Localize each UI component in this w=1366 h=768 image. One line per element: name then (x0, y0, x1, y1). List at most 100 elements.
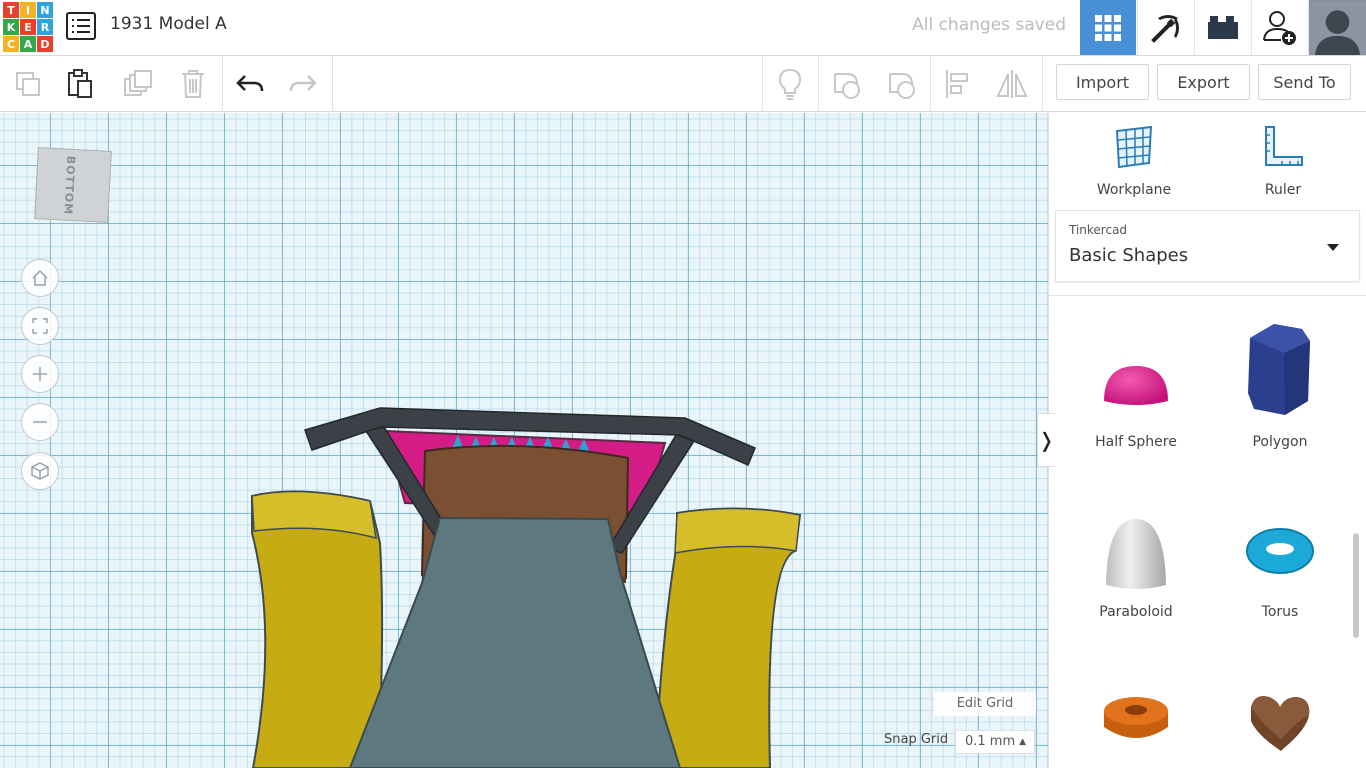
logo-letter: R (37, 19, 53, 35)
edit-grid-button[interactable]: Edit Grid (934, 692, 1036, 716)
toolbar-divider (222, 56, 223, 112)
shape-paraboloid[interactable]: Paraboloid (1071, 513, 1201, 620)
shape-label: Polygon (1252, 434, 1308, 450)
logo-letter: E (20, 19, 36, 35)
library-source: Tinkercad (1069, 223, 1128, 237)
undo-button[interactable] (228, 64, 272, 104)
zoom-in-icon (33, 367, 47, 381)
paste-icon (68, 69, 92, 98)
list-line (77, 31, 90, 33)
brick-icon (1207, 15, 1238, 39)
zoom-out-button[interactable] (21, 403, 59, 441)
shape-library-select[interactable]: Tinkercad Basic Shapes (1055, 210, 1360, 282)
logo-letter: A (20, 36, 36, 52)
shapes-panel: Workplane Ruler Tinkercad Basic Shapes H… (1048, 113, 1366, 768)
mirror-button[interactable] (990, 64, 1034, 104)
workplane-tool-label: Workplane (1096, 182, 1172, 198)
snap-grid-select[interactable]: 0.1 mm ▲ (955, 730, 1035, 754)
invite-people-button[interactable] (1251, 0, 1307, 55)
logo-letter: C (3, 36, 19, 52)
grid-icon (1095, 14, 1121, 41)
shape-heart[interactable] (1215, 691, 1345, 758)
logo-letter: I (20, 2, 36, 18)
3d-design-view-button[interactable] (1080, 0, 1136, 55)
blocks-view-button[interactable] (1137, 0, 1193, 55)
shape-half-sphere[interactable]: Half Sphere (1071, 323, 1201, 450)
logo-letter: N (37, 2, 53, 18)
polygon-icon (1248, 324, 1310, 415)
shape-tube[interactable] (1071, 693, 1201, 758)
toolbar-divider (930, 56, 931, 112)
align-icon (946, 70, 968, 98)
toolbar-divider (332, 56, 333, 112)
model-right-fender-top (674, 507, 801, 554)
3d-model[interactable] (0, 113, 1048, 768)
workplane-tool[interactable]: Workplane (1074, 125, 1194, 198)
perspective-icon (31, 462, 49, 480)
caret-up-icon: ▲ (1019, 737, 1026, 747)
avatar-icon (1309, 0, 1366, 55)
tube-icon (1104, 697, 1168, 738)
heart-icon (1251, 696, 1310, 751)
ruler-icon (1265, 126, 1303, 166)
shape-torus[interactable]: Torus (1215, 513, 1345, 620)
delete-button[interactable] (171, 64, 215, 104)
edit-toolbar: Import Export Send To (0, 56, 1366, 112)
shape-polygon[interactable]: Polygon (1215, 323, 1345, 450)
export-button[interactable]: Export (1157, 64, 1250, 100)
list-bullet (72, 31, 74, 33)
view-cube-face-label: BOTTOM (61, 155, 78, 216)
panel-scrollbar[interactable] (1353, 533, 1359, 638)
mirror-icon (996, 70, 1028, 98)
model-body (348, 516, 682, 768)
zoom-in-button[interactable] (21, 355, 59, 393)
zoom-out-icon (33, 421, 47, 423)
toolbar-divider (1042, 56, 1043, 112)
hole-button[interactable] (880, 64, 924, 104)
delete-icon (182, 70, 204, 98)
panel-divider (1049, 295, 1366, 296)
collapse-panel-button[interactable]: ❭ (1037, 413, 1055, 467)
design-title[interactable]: 1931 Model A (110, 14, 227, 34)
shape-label: Torus (1261, 604, 1299, 620)
paste-button[interactable] (58, 64, 102, 104)
import-button[interactable]: Import (1056, 64, 1149, 100)
workplane-icon (1115, 125, 1153, 169)
shape-label: Paraboloid (1099, 604, 1173, 620)
chevron-right-icon: ❭ (1038, 429, 1055, 452)
solid-icon (834, 73, 860, 99)
caret-down-icon (1327, 244, 1339, 251)
view-cube[interactable]: BOTTOM (34, 147, 112, 223)
paraboloid-icon (1106, 519, 1166, 589)
home-view-button[interactable] (21, 259, 59, 297)
send-to-button[interactable]: Send To (1258, 64, 1351, 100)
redo-icon (289, 75, 317, 92)
snap-grid-label: Snap Grid (884, 732, 949, 747)
pickaxe-icon (1150, 14, 1179, 43)
library-name: Basic Shapes (1069, 245, 1189, 266)
ruler-tool[interactable]: Ruler (1223, 125, 1343, 198)
bricks-view-button[interactable] (1194, 0, 1250, 55)
home-icon (32, 269, 48, 286)
solid-button[interactable] (825, 64, 869, 104)
workplane-canvas[interactable]: BOTTOM Edit Grid Snap Grid 0.1 mm ▲ (0, 113, 1048, 768)
hole-icon (889, 73, 915, 99)
save-status: All changes saved (912, 15, 1066, 35)
copy-button[interactable] (6, 64, 50, 104)
duplicate-icon (124, 70, 152, 96)
shape-label: Half Sphere (1095, 434, 1177, 450)
user-avatar[interactable] (1308, 0, 1366, 55)
show-all-button[interactable] (768, 64, 812, 104)
undo-icon (236, 75, 264, 92)
design-list-button[interactable] (66, 12, 96, 40)
perspective-toggle-button[interactable] (21, 452, 59, 490)
list-line (77, 25, 90, 27)
fit-view-button[interactable] (21, 307, 59, 345)
duplicate-button[interactable] (116, 64, 160, 104)
add-user-icon (1262, 10, 1296, 45)
half-sphere-icon (1104, 366, 1168, 405)
align-button[interactable] (936, 64, 980, 104)
copy-icon (16, 72, 40, 96)
tinkercad-logo[interactable]: T I N K E R C A D (0, 0, 54, 54)
redo-button[interactable] (281, 64, 325, 104)
